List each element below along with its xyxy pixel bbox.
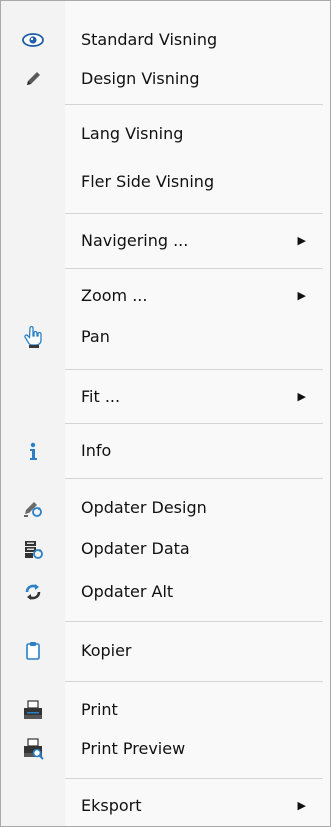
refresh-all-icon <box>21 580 45 604</box>
menu-item-opdater-alt[interactable]: Opdater Alt <box>1 571 330 613</box>
submenu-arrow-icon: ▶ <box>297 799 306 812</box>
menu-item-label: Opdater Alt <box>81 582 174 601</box>
eye-icon <box>21 28 45 52</box>
menu-separator <box>65 778 323 779</box>
menu-item-eksport[interactable]: Eksport ▶ <box>1 785 330 827</box>
menu-separator <box>65 423 323 424</box>
menu-item-label: Print Preview <box>81 739 186 758</box>
menu-item-label: Info <box>81 441 112 460</box>
hand-pointer-icon <box>21 325 45 349</box>
menu-separator <box>65 478 323 479</box>
menu-item-label: Fler Side Visning <box>81 172 215 191</box>
menu-item-label: Navigering ... <box>81 231 189 250</box>
menu-item-label: Pan <box>81 327 110 346</box>
print-preview-icon <box>21 737 45 761</box>
menu-separator <box>65 213 323 214</box>
menu-item-zoom[interactable]: Zoom ... ▶ <box>1 275 330 317</box>
menu-item-design-visning[interactable]: Design Visning <box>1 58 330 100</box>
menu-separator <box>65 621 323 622</box>
menu-separator <box>65 104 323 105</box>
refresh-design-icon <box>21 496 45 520</box>
menu-item-kopier[interactable]: Kopier <box>1 630 330 672</box>
menu-item-label: Print <box>81 700 118 719</box>
menu-item-fit[interactable]: Fit ... ▶ <box>1 376 330 418</box>
menu-item-pan[interactable]: Pan <box>1 316 330 358</box>
menu-separator <box>65 268 323 269</box>
menu-item-info[interactable]: Info <box>1 430 330 472</box>
menu-item-label: Opdater Data <box>81 539 190 558</box>
menu-item-label: Zoom ... <box>81 286 148 305</box>
submenu-arrow-icon: ▶ <box>297 390 306 403</box>
menu-item-label: Lang Visning <box>81 124 184 143</box>
menu-item-label: Kopier <box>81 641 132 660</box>
menu-item-label: Standard Visning <box>81 30 218 49</box>
pencil-icon <box>21 67 45 91</box>
submenu-arrow-icon: ▶ <box>297 289 306 302</box>
menu-item-label: Eksport <box>81 796 142 815</box>
context-menu: Standard Visning Design Visning Lang Vis… <box>0 0 331 827</box>
menu-item-lang-visning[interactable]: Lang Visning <box>1 113 330 155</box>
menu-item-label: Opdater Design <box>81 498 207 517</box>
menu-separator <box>65 681 323 682</box>
menu-item-print[interactable]: Print <box>1 689 330 731</box>
menu-item-standard-visning[interactable]: Standard Visning <box>1 19 330 61</box>
refresh-data-icon <box>21 537 45 561</box>
submenu-arrow-icon: ▶ <box>297 234 306 247</box>
info-icon <box>21 439 45 463</box>
menu-item-navigering[interactable]: Navigering ... ▶ <box>1 220 330 262</box>
copy-icon <box>21 639 45 663</box>
menu-item-opdater-design[interactable]: Opdater Design <box>1 487 330 529</box>
menu-item-label: Fit ... <box>81 387 121 406</box>
menu-separator <box>65 369 323 370</box>
menu-item-fler-side-visning[interactable]: Fler Side Visning <box>1 161 330 203</box>
menu-item-label: Design Visning <box>81 69 200 88</box>
menu-item-opdater-data[interactable]: Opdater Data <box>1 528 330 570</box>
printer-icon <box>21 698 45 722</box>
menu-item-print-preview[interactable]: Print Preview <box>1 728 330 770</box>
